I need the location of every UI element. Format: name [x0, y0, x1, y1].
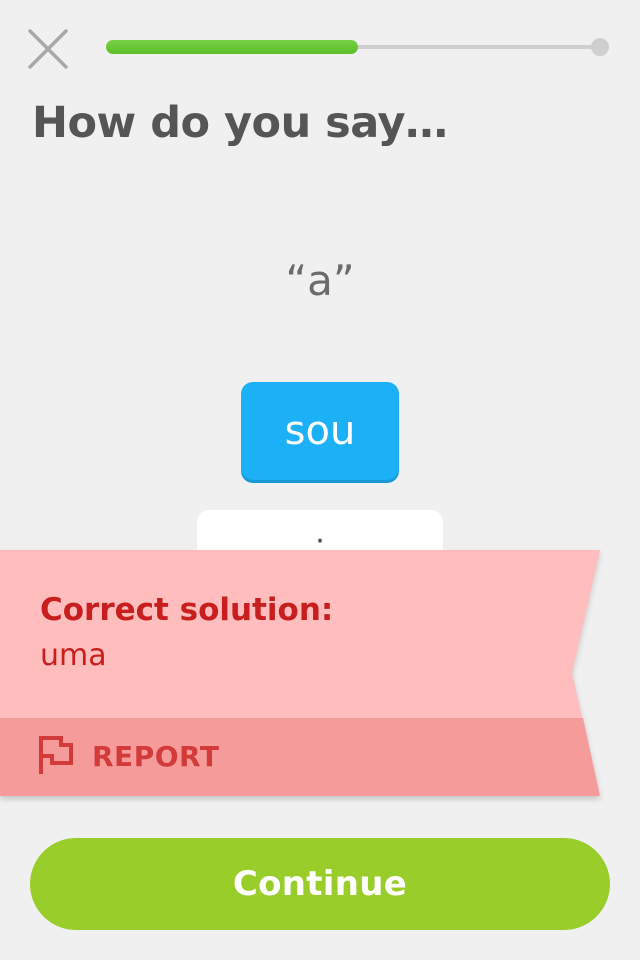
report-button[interactable]: REPORT — [38, 736, 219, 776]
close-button[interactable] — [26, 27, 70, 71]
selected-word-tile[interactable]: sou — [241, 382, 399, 480]
progress-bar — [106, 38, 609, 56]
question-title: How do you say… — [32, 98, 448, 148]
prompt-word: “a” — [285, 256, 355, 305]
close-icon — [28, 29, 68, 69]
progress-fill — [106, 40, 358, 54]
report-label: REPORT — [92, 739, 220, 773]
feedback-banner: Correct solution: uma REPORT — [0, 550, 600, 796]
correct-solution-text: uma — [40, 638, 107, 673]
progress-end-marker — [591, 38, 609, 56]
selected-word-label: sou — [284, 408, 356, 454]
continue-label: Continue — [232, 864, 408, 904]
correct-solution-heading: Correct solution: — [40, 592, 334, 628]
continue-button[interactable]: Continue — [30, 838, 610, 930]
flag-icon — [39, 736, 73, 774]
